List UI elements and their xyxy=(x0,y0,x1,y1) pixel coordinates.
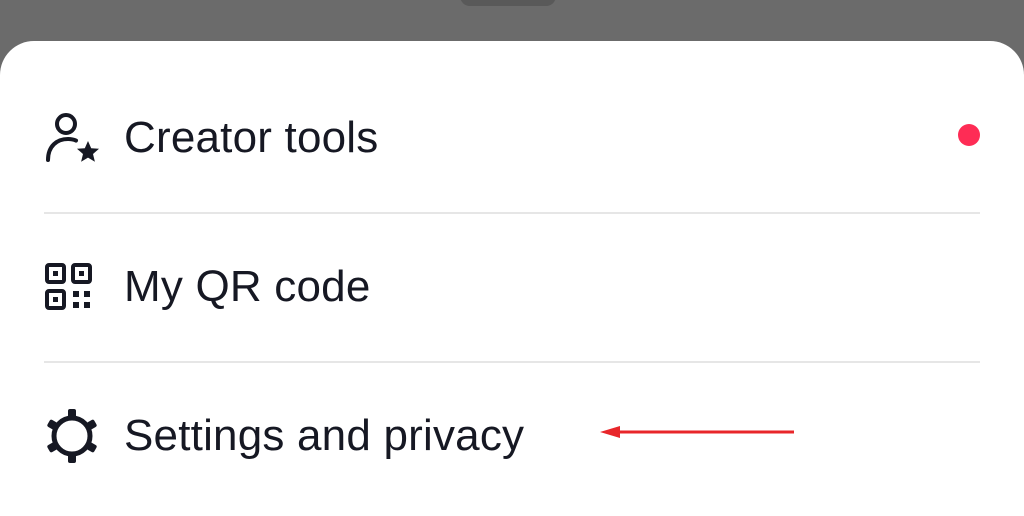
qr-code-icon xyxy=(44,257,104,317)
menu-item-label: Settings and privacy xyxy=(124,411,525,460)
divider xyxy=(44,212,980,214)
menu-item-creator-tools[interactable]: Creator tools xyxy=(44,83,980,193)
gear-icon xyxy=(44,406,104,466)
bottom-sheet-menu: Creator tools My QR code Settings and pr… xyxy=(0,41,1024,516)
menu-item-label: Creator tools xyxy=(124,113,379,162)
notification-dot xyxy=(958,124,980,146)
menu-item-settings-and-privacy[interactable]: Settings and privacy xyxy=(44,381,980,491)
backdrop-shape xyxy=(460,0,556,6)
menu-item-my-qr-code[interactable]: My QR code xyxy=(44,232,980,342)
person-star-icon xyxy=(44,108,104,168)
menu-item-label: My QR code xyxy=(124,262,371,311)
divider xyxy=(44,361,980,363)
annotation-arrow xyxy=(600,426,794,438)
